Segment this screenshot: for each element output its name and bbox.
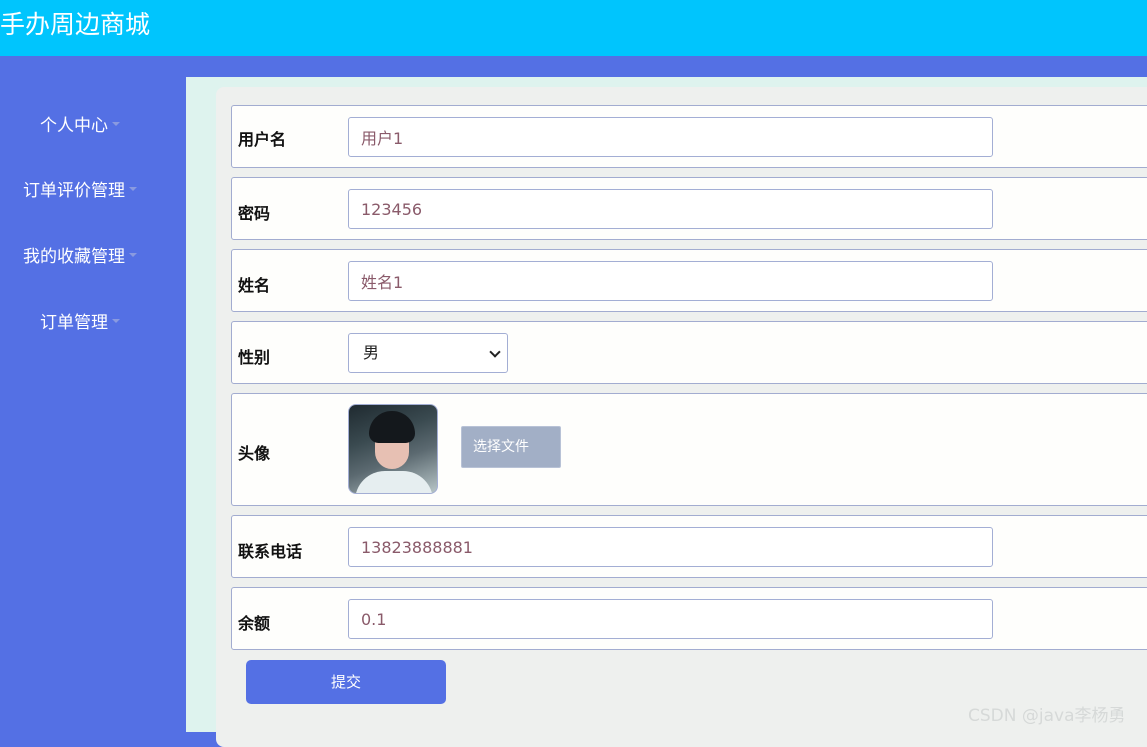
gender-selected-value: 男 <box>363 343 380 362</box>
phone-input[interactable] <box>348 527 993 567</box>
sidebar-item-label: 订单评价管理 <box>23 181 125 201</box>
sidebar-item-favorites[interactable]: 我的收藏管理 <box>0 245 160 269</box>
balance-input[interactable] <box>348 599 993 639</box>
gender-label: 性别 <box>238 348 271 367</box>
form-row-password: 密码 <box>231 177 1147 240</box>
password-label: 密码 <box>238 204 271 223</box>
form-row-avatar: 头像 选择文件 <box>231 393 1147 506</box>
form-row-username: 用户名 <box>231 105 1147 168</box>
sidebar-item-orders[interactable]: 订单管理 <box>0 311 160 335</box>
caret-down-icon <box>112 122 120 126</box>
sidebar-item-label: 个人中心 <box>40 116 108 136</box>
caret-down-icon <box>112 319 120 323</box>
name-input[interactable] <box>348 261 993 301</box>
avatar-image <box>348 404 438 494</box>
name-label: 姓名 <box>238 276 271 295</box>
sidebar-item-personal-center[interactable]: 个人中心 <box>0 114 160 138</box>
form-row-gender: 性别 男 <box>231 321 1147 384</box>
top-header: 手办周边商城 <box>0 0 1147 56</box>
sidebar: 个人中心 订单评价管理 我的收藏管理 订单管理 <box>0 56 186 732</box>
watermark: CSDN @java李杨勇 <box>968 706 1126 726</box>
avatar-hair <box>369 411 415 443</box>
phone-label: 联系电话 <box>238 542 303 561</box>
username-label: 用户名 <box>238 130 287 149</box>
caret-down-icon <box>129 253 137 257</box>
chevron-down-icon <box>489 346 501 358</box>
gender-select[interactable]: 男 <box>348 333 508 373</box>
choose-file-button[interactable]: 选择文件 <box>461 426 561 468</box>
form-row-name: 姓名 <box>231 249 1147 312</box>
submit-button[interactable]: 提交 <box>246 660 446 704</box>
balance-label: 余额 <box>238 614 271 633</box>
sidebar-item-label: 订单管理 <box>40 313 108 333</box>
avatar-label: 头像 <box>238 444 271 463</box>
password-input[interactable] <box>348 189 993 229</box>
form-row-balance: 余额 <box>231 587 1147 650</box>
avatar-shirt <box>355 471 433 493</box>
content-top-strip <box>186 56 1147 77</box>
caret-down-icon <box>129 187 137 191</box>
sidebar-item-label: 我的收藏管理 <box>23 247 125 267</box>
app-title: 手办周边商城 <box>0 10 151 39</box>
username-input[interactable] <box>348 117 993 157</box>
sidebar-item-order-review[interactable]: 订单评价管理 <box>0 179 160 203</box>
form-row-phone: 联系电话 <box>231 515 1147 578</box>
